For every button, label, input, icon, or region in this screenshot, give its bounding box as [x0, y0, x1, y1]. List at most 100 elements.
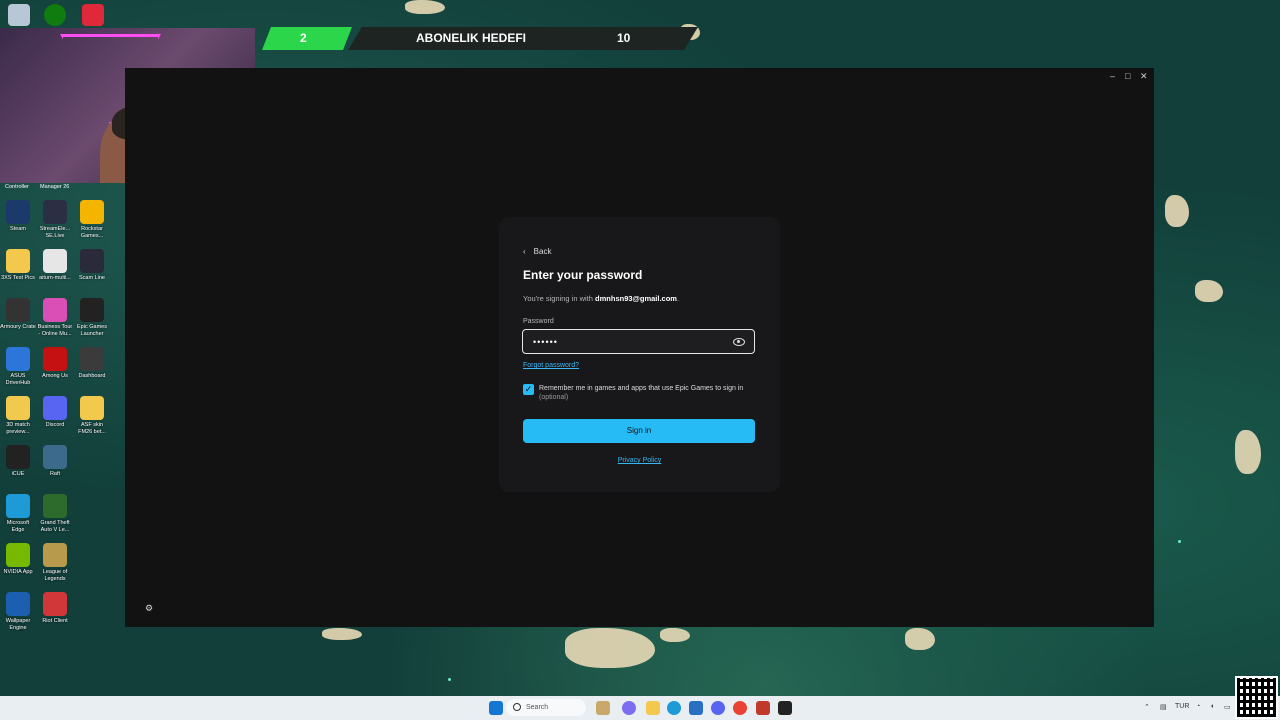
app-shortcut-icon[interactable] [82, 4, 104, 26]
raft-icon [43, 445, 67, 469]
search-input[interactable]: Search [506, 699, 586, 716]
desktop-shortcut-label: StreamEle... SE.Live [39, 226, 71, 239]
desktop-shortcut-label: aiturn-multi... [39, 275, 71, 281]
desktop-shortcut-label: Riot Client [42, 618, 68, 624]
gear-icon[interactable]: ⚙ [145, 603, 153, 614]
wallpaper-blob [1165, 195, 1189, 227]
sign-in-button[interactable]: Sign in [523, 419, 755, 443]
signing-in-text: You're signing in with dmnhsn93@gmail.co… [523, 294, 679, 303]
signing-in-prefix: You're signing in with [523, 294, 596, 303]
network-icon[interactable]: ▤ [1160, 703, 1167, 711]
show-password-icon[interactable] [733, 338, 745, 346]
business-tour-icon [43, 298, 67, 322]
app-icon[interactable] [756, 701, 770, 715]
epic-games-taskbar-icon[interactable] [778, 701, 792, 715]
nvidia-icon [6, 543, 30, 567]
wallpaper-blob [660, 628, 690, 642]
desktop-shortcut-label: Epic Games Launcher [77, 324, 107, 337]
file-explorer-icon[interactable] [646, 701, 660, 715]
copilot-icon[interactable] [622, 701, 636, 715]
desktop-shortcut[interactable]: Steam [0, 200, 36, 233]
page-title: Enter your password [523, 268, 643, 282]
streamelements-icon [43, 200, 67, 224]
desktop-shortcut[interactable]: League of Legends [37, 543, 73, 583]
chevron-up-icon[interactable]: ⌃ [1144, 703, 1150, 711]
chevron-left-icon: ‹ [523, 247, 526, 256]
forgot-password-link[interactable]: Forgot password? [523, 362, 579, 369]
desktop-shortcut[interactable]: ASF skin FM26 bet... [74, 396, 110, 436]
desktop-shortcut[interactable]: aiturn-multi... [37, 249, 73, 282]
desktop-shortcut[interactable]: Among Us [37, 347, 73, 380]
wallpaper-sparkle [1178, 540, 1181, 543]
desktop-shortcut[interactable]: Raft [37, 445, 73, 478]
edge-icon [6, 494, 30, 518]
privacy-policy-link[interactable]: Privacy Policy [499, 457, 780, 464]
steam-icon [6, 200, 30, 224]
edge-icon[interactable] [667, 701, 681, 715]
xbox-icon[interactable] [44, 4, 66, 26]
widgets-icon[interactable] [596, 701, 610, 715]
chrome-icon[interactable] [733, 701, 747, 715]
desktop-shortcut[interactable]: 3D match preview... [0, 396, 36, 436]
minimize-button[interactable]: – [1110, 71, 1115, 81]
wallpaper-blob [1195, 280, 1223, 302]
remember-me-checkbox[interactable]: ✓ [523, 384, 534, 395]
language-indicator[interactable]: TUR [1175, 703, 1189, 710]
discord-icon [43, 396, 67, 420]
desktop-shortcut[interactable]: Discord [37, 396, 73, 429]
riot-client-icon [43, 592, 67, 616]
folder-icon [80, 396, 104, 420]
desktop-shortcut-label: NVIDIA App [3, 569, 33, 575]
back-button[interactable]: ‹ Back [523, 247, 551, 256]
remember-text: Remember me in games and apps that use E… [539, 385, 744, 392]
gta-icon [43, 494, 67, 518]
desktop-shortcut[interactable]: 3XS Test Pics [0, 249, 36, 282]
desktop-shortcut[interactable]: NVIDIA App [0, 543, 36, 576]
armoury-crate-icon [6, 298, 30, 322]
subscription-goal-bar: 2 ABONELIK HEDEFI 10 [262, 27, 702, 50]
desktop-shortcut-label: Microsoft Edge [6, 520, 30, 533]
desktop-shortcut-label: Scam Line [79, 275, 105, 281]
close-button[interactable]: ✕ [1140, 71, 1148, 82]
desktop-shortcut[interactable]: Dashboard [74, 347, 110, 380]
desktop-shortcut-label: iCUE [11, 471, 25, 477]
windows-start-icon[interactable] [489, 701, 503, 715]
discord-icon[interactable] [711, 701, 725, 715]
desktop-shortcut[interactable]: Business Tour - Online Mu... [37, 298, 73, 338]
desktop-shortcut[interactable]: Microsoft Edge [0, 494, 36, 534]
desktop-shortcut[interactable]: Grand Theft Auto V Le... [37, 494, 73, 534]
desktop-label: Controller [5, 184, 29, 190]
desktop-shortcut-label: Armoury Crate [0, 324, 36, 330]
desktop-shortcut[interactable]: ASUS DriverHub [0, 347, 36, 387]
wallpaper-blob [905, 628, 935, 650]
desktop-shortcut[interactable]: Armoury Crate [0, 298, 36, 331]
password-field[interactable]: •••••• [522, 329, 755, 354]
among-us-icon [43, 347, 67, 371]
store-icon[interactable] [689, 701, 703, 715]
desktop-shortcut[interactable]: Epic Games Launcher [74, 298, 110, 338]
wallpaper-blob [322, 628, 362, 640]
volume-icon[interactable]: ◖ [1210, 703, 1214, 710]
desktop-shortcut[interactable]: Scam Line [74, 249, 110, 282]
icue-icon [6, 445, 30, 469]
desktop-shortcut[interactable]: Wallpaper Engine [0, 592, 36, 632]
desktop-shortcut-label: ASUS DriverHub [5, 373, 31, 386]
wallpaper-sparkle [448, 678, 451, 681]
wallpaper-blob [405, 0, 445, 14]
desktop-shortcut[interactable]: Riot Client [37, 592, 73, 625]
wifi-icon[interactable]: ◔ [1196, 703, 1200, 710]
desktop-shortcut-label: League of Legends [42, 569, 68, 582]
desktop-shortcut-label: ASF skin FM26 bet... [78, 422, 106, 435]
desktop-shortcut[interactable]: iCUE [0, 445, 36, 478]
recycle-bin-icon[interactable] [8, 4, 30, 26]
epic-games-window: – □ ✕ ‹ Back Enter your password You're … [125, 68, 1154, 627]
desktop-shortcut[interactable]: StreamEle... SE.Live [37, 200, 73, 240]
desktop-shortcut-label: Rockstar Games... [80, 226, 104, 239]
password-value: •••••• [533, 337, 558, 347]
desktop-shortcut-label: Raft [49, 471, 61, 477]
maximize-button[interactable]: □ [1125, 71, 1130, 81]
desktop-shortcut[interactable]: Rockstar Games... [74, 200, 110, 240]
password-label: Password [523, 318, 554, 325]
epic-games-icon [80, 298, 104, 322]
battery-icon[interactable]: ▭ [1224, 703, 1231, 711]
